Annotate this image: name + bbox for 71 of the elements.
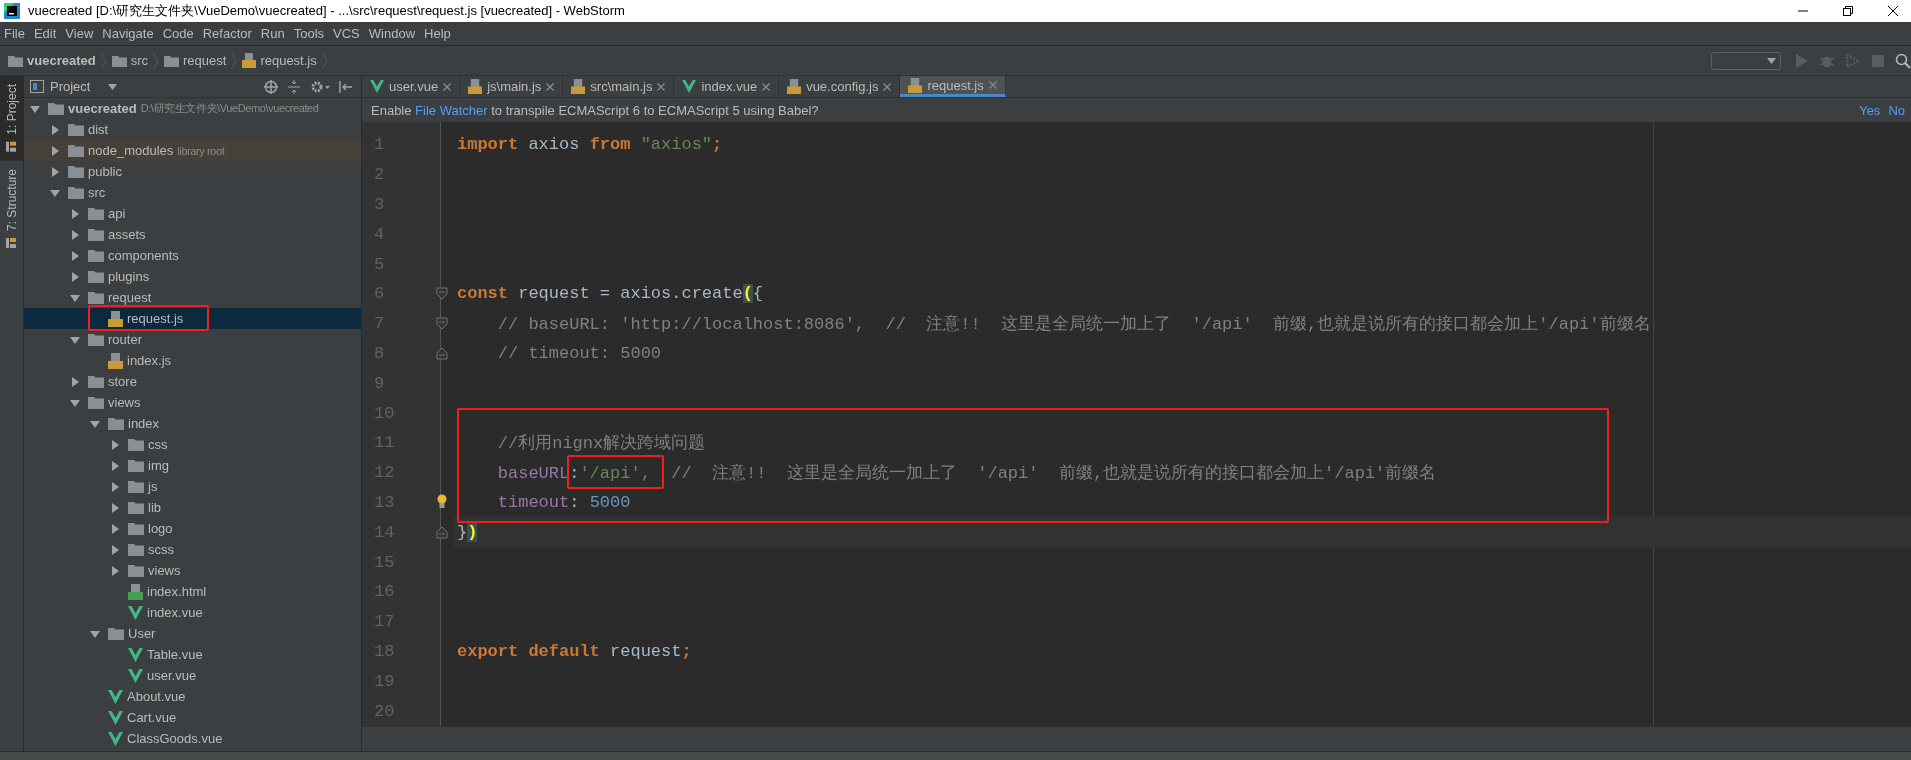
menu-item[interactable]: VCS [333,26,360,41]
tree-item[interactable]: components [24,245,361,266]
tree-item[interactable]: plugins [24,266,361,287]
breadcrumb[interactable]: request.js [242,53,317,68]
tree-item[interactable]: About.vue [24,686,361,707]
notification-text: Enable File Watcher to transpile ECMAScript 6 to ECMAScript 5 using Babel? [371,102,819,118]
link[interactable]: No [1888,102,1905,118]
tree-item[interactable]: router [24,329,361,350]
code-line: timeout: 5000 [496,492,631,512]
tree-item[interactable]: logo [24,518,361,539]
code-line: }) [457,522,478,542]
editor-tab[interactable]: js\main.js [460,76,564,97]
menu-item[interactable]: Window [368,26,416,41]
code-line: // baseURL: 'http://localhost:8086', // 注意!! 这里是全局统一加上了 '/api' 前缀,也就是说所有的接口都会加上'/api'前缀名 [496,314,1651,336]
tree-item[interactable]: user.vue [24,665,361,686]
editor-tab[interactable]: request.js [900,76,1006,97]
tree-item[interactable]: ClassGoods.vue [24,728,361,749]
tree-item[interactable]: index.vue [24,602,361,623]
tree-item[interactable]: store [24,371,361,392]
tree-item[interactable]: Table.vue [24,644,361,665]
breadcrumb[interactable]: src [111,53,148,68]
menu-item[interactable]: Edit [33,26,57,41]
tree-item[interactable]: src [24,182,361,203]
tree-item[interactable]: request [24,287,361,308]
tree-item[interactable]: vuecreated D:\研究生文件夹\VueDemo\vuecreated [24,98,361,119]
menu-item[interactable]: File [4,26,25,41]
code-line: import axios from "axios"; [457,135,723,155]
window-title: vuecreated [D:\研究生文件夹\VueDemo\vuecreated] - ...\src\request\request.js [vuecreated] - WebStorm [28,2,625,20]
tree-item[interactable]: node_modules library root [24,140,361,161]
tree-item[interactable]: index.js [24,350,361,371]
tree-item[interactable]: scss [24,539,361,560]
menu-item[interactable]: Navigate [102,26,154,41]
tool-window-tab[interactable]: 1: Project [0,76,23,161]
tree-item[interactable]: User [24,623,361,644]
menu-item[interactable]: Code [162,26,194,41]
tree-item[interactable]: request.js [24,308,361,329]
tree-item[interactable]: dist [24,119,361,140]
code-line: //利用nignx解决跨域问题 [496,433,706,455]
editor-tab[interactable]: index.vue [674,76,780,97]
editor-tab[interactable]: src\main.js [563,76,675,97]
tree-item[interactable]: index.html [24,581,361,602]
tree-item[interactable]: views [24,560,361,581]
tree-item[interactable]: Cart.vue [24,707,361,728]
link[interactable]: File Watcher [415,102,488,118]
tree-item[interactable]: img [24,455,361,476]
breadcrumb[interactable]: request [164,53,227,68]
tree-item[interactable]: css [24,434,361,455]
path-hint: D:\研究生文件夹\VueDemo\vuecreated [140,101,319,116]
menu-item[interactable]: Tools [293,26,325,41]
breadcrumb[interactable]: vuecreated [8,53,96,68]
panel-title[interactable]: Project [50,79,91,94]
tree-item[interactable]: views [24,392,361,413]
tree-item[interactable]: assets [24,224,361,245]
code-line: // timeout: 5000 [496,343,662,363]
code-line: export default request; [457,641,692,661]
menu-item[interactable]: Run [260,26,285,41]
tree-item[interactable]: api [24,203,361,224]
path-hint: library root [177,144,225,157]
menu-item[interactable]: View [65,26,94,41]
tree-item[interactable]: index [24,413,361,434]
tree-item[interactable]: js [24,476,361,497]
tree-item[interactable]: lib [24,497,361,518]
editor-tab[interactable]: vue.config.js [779,76,901,97]
link[interactable]: Yes [1859,102,1881,118]
menu-item[interactable]: Help [424,26,451,41]
menu-item[interactable]: Refactor [202,26,252,41]
tool-window-tab[interactable]: 7: Structure [0,160,23,257]
code-line: baseURL:'/api', // 注意!! 这里是全局统一加上了 '/api' 前缀,也就是说所有的接口都会加上'/api'前缀名 [496,463,1437,485]
code-line: const request = axios.create({ [457,284,764,304]
editor-tab[interactable]: user.vue [362,76,461,97]
tree-item[interactable]: public [24,161,361,182]
